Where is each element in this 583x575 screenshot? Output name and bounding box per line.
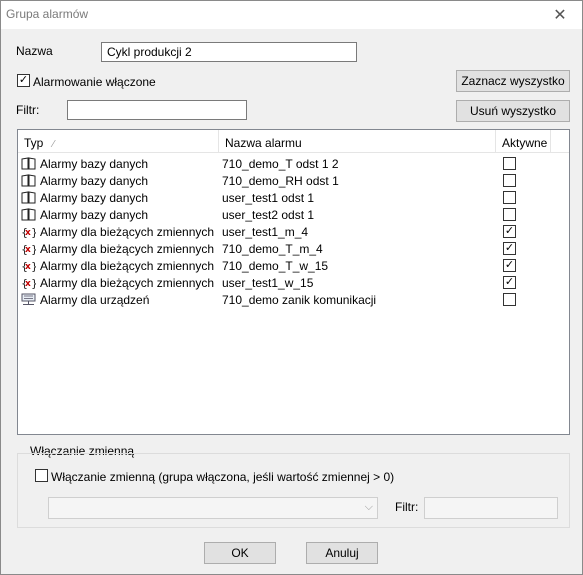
device-icon	[21, 293, 36, 306]
alarming-enabled-checkbox[interactable]: ✓	[17, 74, 30, 87]
row-alarm-name: 710_demo_T_w_15	[222, 259, 329, 273]
row-type: Alarmy dla bieżących zmiennych	[40, 225, 215, 239]
table-row[interactable]: Alarmy bazy danych 710_demo_RH odst 1	[18, 172, 569, 189]
enable-filter-input[interactable]	[424, 497, 558, 519]
row-active-checkbox[interactable]	[503, 174, 516, 187]
row-type: Alarmy bazy danych	[40, 208, 149, 222]
chevron-down-icon[interactable]: ⌵	[365, 501, 373, 514]
row-type: Alarmy dla urządzeń	[40, 293, 150, 307]
filter-label: Filtr:	[16, 103, 40, 117]
title-bar: Grupa alarmów ✕	[1, 1, 582, 29]
row-alarm-name: 710_demo_RH odst 1	[222, 174, 339, 188]
alarm-list[interactable]: Typ ⁄ Nazwa alarmu Aktywne Alarmy bazy d…	[17, 129, 570, 435]
row-active-checkbox[interactable]: ✓	[503, 259, 516, 272]
name-label: Nazwa	[16, 44, 53, 58]
close-icon[interactable]: ✕	[538, 1, 582, 29]
enable-filter-label: Filtr:	[395, 500, 419, 514]
row-type: Alarmy bazy danych	[40, 174, 149, 188]
row-active-checkbox[interactable]	[503, 293, 516, 306]
svg-text:}: }	[31, 243, 36, 255]
row-active-checkbox[interactable]	[503, 191, 516, 204]
select-all-button[interactable]: Zaznacz wyszystko	[456, 70, 570, 92]
cancel-button[interactable]: Anuluj	[306, 542, 378, 564]
table-row[interactable]: Alarmy bazy danych user_test1 odst 1	[18, 189, 569, 206]
row-alarm-name: user_test2 odst 1	[222, 208, 315, 222]
row-active-checkbox[interactable]	[503, 208, 516, 221]
row-active-checkbox[interactable]: ✓	[503, 276, 516, 289]
row-alarm-name: user_test1 odst 1	[222, 191, 315, 205]
remove-all-button[interactable]: Usuń wyszystko	[456, 100, 570, 122]
row-type: Alarmy dla bieżących zmiennych	[40, 276, 215, 290]
column-header-type-label: Typ	[24, 136, 44, 150]
column-header-type[interactable]: Typ ⁄	[18, 130, 219, 153]
window-title: Grupa alarmów	[6, 7, 89, 21]
book-icon	[21, 208, 36, 221]
row-type: Alarmy bazy danych	[40, 191, 149, 205]
svg-text:}: }	[31, 260, 36, 272]
ok-button[interactable]: OK	[204, 542, 276, 564]
alarm-group-dialog: Grupa alarmów ✕ Nazwa Cykl produkcji 2 ✓…	[0, 0, 583, 575]
book-icon	[21, 174, 36, 187]
table-row[interactable]: Alarmy dla urządzeń 710_demo zanik komuni…	[18, 291, 569, 308]
row-active-checkbox[interactable]: ✓	[503, 242, 516, 255]
alarming-enabled-label: Alarmowanie włączone	[33, 75, 156, 89]
sort-indicator-icon: ⁄	[52, 139, 55, 150]
row-active-checkbox[interactable]: ✓	[503, 225, 516, 238]
row-alarm-name: 710_demo_T odst 1 2	[222, 157, 339, 171]
variable-icon: {x}	[21, 276, 38, 290]
enable-by-variable-label: Włączanie zmienną (grupa włączona, jeśli…	[51, 470, 395, 484]
row-type: Alarmy bazy danych	[40, 157, 149, 171]
row-alarm-name: 710_demo zanik komunikacji	[222, 293, 377, 307]
row-alarm-name: 710_demo_T_m_4	[222, 242, 323, 256]
row-type: Alarmy dla bieżących zmiennych	[40, 259, 215, 273]
column-header-name[interactable]: Nazwa alarmu	[219, 130, 496, 153]
row-type: Alarmy dla bieżących zmiennych	[40, 242, 215, 256]
table-row[interactable]: {x}Alarmy dla bieżących zmiennych 710_dem…	[18, 240, 569, 257]
table-row[interactable]: Alarmy bazy danych 710_demo_T odst 1 2	[18, 155, 569, 172]
book-icon	[21, 157, 36, 170]
table-row[interactable]: Alarmy bazy danych user_test2 odst 1	[18, 206, 569, 223]
svg-text:}: }	[31, 277, 36, 289]
svg-text:}: }	[31, 226, 36, 238]
row-alarm-name: user_test1_w_15	[222, 276, 314, 290]
enable-by-variable-checkbox[interactable]	[35, 469, 48, 482]
filter-input[interactable]	[67, 100, 247, 120]
variable-combo[interactable]: ⌵	[48, 497, 378, 519]
row-alarm-name: user_test1_m_4	[222, 225, 309, 239]
variable-icon: {x}	[21, 225, 38, 239]
row-active-checkbox[interactable]	[503, 157, 516, 170]
table-row[interactable]: {x}Alarmy dla bieżących zmiennych user_te…	[18, 274, 569, 291]
variable-icon: {x}	[21, 259, 38, 273]
table-row[interactable]: {x}Alarmy dla bieżących zmiennych 710_dem…	[18, 257, 569, 274]
table-row[interactable]: {x}Alarmy dla bieżących zmiennych user_te…	[18, 223, 569, 240]
name-input[interactable]: Cykl produkcji 2	[101, 42, 357, 62]
book-icon	[21, 191, 36, 204]
variable-icon: {x}	[21, 242, 38, 256]
column-header-active[interactable]: Aktywne	[496, 130, 551, 153]
column-header-filler	[551, 130, 569, 153]
